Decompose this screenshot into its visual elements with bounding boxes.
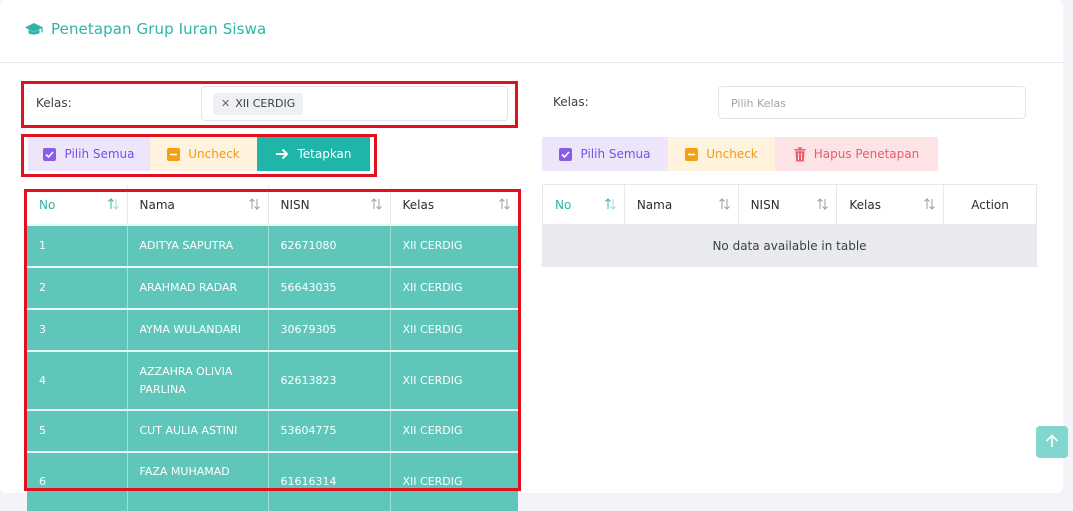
cell-nama: AYMA WULANDARI (127, 308, 269, 351)
checkbox-checked-icon (43, 147, 57, 161)
card-header: Penetapan Grup Iuran Siswa (0, 0, 1063, 63)
table-row[interactable]: 4 AZZAHRA OLIVIA PARLINA 62613823 XII CE… (27, 350, 518, 410)
cell-no: 5 (27, 409, 128, 452)
select-all-button-left[interactable]: Pilih Semua (28, 137, 150, 171)
sort-icon (248, 198, 260, 213)
uncheck-button-right[interactable]: Uncheck (668, 137, 775, 171)
cell-no: 4 (27, 350, 128, 410)
cell-nama: ADITYA SAPUTRA (127, 224, 269, 267)
cell-nama: AZZAHRA OLIVIA PARLINA (127, 350, 269, 410)
cell-no: 2 (27, 266, 128, 309)
kelas-label-right: Kelas: (553, 95, 589, 109)
cell-kelas: XII CERDIG (390, 451, 518, 511)
kelas-select-left[interactable]: ✕ XII CERDIG (201, 86, 508, 121)
column-header-nisn[interactable]: NISN (268, 185, 391, 225)
cell-nisn: 56643035 (268, 266, 391, 309)
sort-icon (499, 198, 510, 213)
sort-icon (370, 198, 382, 213)
select-all-label: Pilih Semua (64, 147, 135, 161)
column-header-nisn[interactable]: NISN (738, 184, 838, 225)
checkbox-minus-icon (167, 147, 181, 161)
checkbox-checked-icon (559, 147, 573, 161)
empty-table-message: No data available in table (542, 224, 1037, 267)
sort-icon (817, 198, 829, 213)
arrow-up-icon (1045, 433, 1059, 452)
sort-icon (718, 198, 730, 213)
graduation-cap-icon (24, 22, 44, 42)
page-title: Penetapan Grup Iuran Siswa (51, 20, 267, 38)
empty-row: No data available in table (542, 224, 1037, 267)
table-row[interactable]: 1 ADITYA SAPUTRA 62671080 XII CERDIG (27, 224, 518, 267)
checkbox-minus-icon (685, 147, 699, 161)
cell-nama: FAZA MUHAMAD (127, 451, 269, 511)
column-header-no[interactable]: No (542, 184, 625, 225)
selected-kelas-value: XII CERDIG (235, 97, 296, 110)
column-header-nama[interactable]: Nama (624, 184, 739, 225)
assigned-table: No Nama NISN Kelas Action No data availa… (542, 184, 1037, 267)
uncheck-label: Uncheck (188, 147, 240, 161)
cell-nisn: 61616314 (268, 451, 391, 511)
remove-tag-icon[interactable]: ✕ (221, 93, 230, 115)
scroll-to-top-button[interactable] (1036, 426, 1068, 458)
remove-assignment-label: Hapus Penetapan (813, 147, 920, 161)
column-header-nama[interactable]: Nama (127, 185, 269, 225)
cell-no: 1 (27, 224, 128, 267)
table-row[interactable]: 3 AYMA WULANDARI 30679305 XII CERDIG (27, 308, 518, 351)
cell-nisn: 62671080 (268, 224, 391, 267)
assign-button[interactable]: Tetapkan (257, 137, 370, 171)
column-header-action: Action (943, 184, 1037, 225)
uncheck-button-left[interactable]: Uncheck (150, 137, 257, 171)
column-header-no[interactable]: No (27, 185, 128, 225)
cell-kelas: XII CERDIG (390, 308, 518, 351)
select-all-label: Pilih Semua (580, 147, 651, 161)
students-table: No Nama NISN Kelas 1 ADITYA SAPUTRA 6267… (27, 185, 518, 511)
kelas-select-placeholder: Pilih Kelas (731, 97, 786, 110)
assign-label: Tetapkan (297, 147, 352, 161)
cell-nisn: 53604775 (268, 409, 391, 452)
table-header-row: No Nama NISN Kelas (27, 185, 518, 225)
cell-nama: CUT AULIA ASTINI (127, 409, 269, 452)
sort-icon (604, 198, 616, 213)
sort-icon (924, 198, 936, 213)
table-row[interactable]: 2 ARAHMAD RADAR 56643035 XII CERDIG (27, 266, 518, 309)
uncheck-label: Uncheck (706, 147, 758, 161)
table-header-row: No Nama NISN Kelas Action (542, 184, 1037, 225)
cell-no: 3 (27, 308, 128, 351)
cell-kelas: XII CERDIG (390, 409, 518, 452)
select-all-button-right[interactable]: Pilih Semua (542, 137, 668, 171)
cell-nisn: 30679305 (268, 308, 391, 351)
remove-assignment-button[interactable]: Hapus Penetapan (775, 137, 938, 171)
cell-nisn: 62613823 (268, 350, 391, 410)
trash-icon (794, 146, 806, 162)
selected-kelas-tag: ✕ XII CERDIG (213, 93, 304, 115)
cell-kelas: XII CERDIG (390, 224, 518, 267)
kelas-select-right[interactable]: Pilih Kelas (718, 86, 1026, 119)
cell-nama: ARAHMAD RADAR (127, 266, 269, 309)
kelas-label-left: Kelas: (36, 96, 72, 110)
cell-kelas: XII CERDIG (390, 266, 518, 309)
cell-kelas: XII CERDIG (390, 350, 518, 410)
column-header-kelas[interactable]: Kelas (390, 185, 518, 225)
arrow-right-icon (275, 148, 289, 160)
column-header-kelas[interactable]: Kelas (836, 184, 945, 225)
main-card: Penetapan Grup Iuran Siswa Kelas: ✕ XII … (0, 0, 1063, 511)
sort-icon (107, 198, 119, 213)
table-row[interactable]: 5 CUT AULIA ASTINI 53604775 XII CERDIG (27, 409, 518, 452)
table-row[interactable]: 6 FAZA MUHAMAD 61616314 XII CERDIG (27, 451, 518, 511)
cell-no: 6 (27, 451, 128, 511)
